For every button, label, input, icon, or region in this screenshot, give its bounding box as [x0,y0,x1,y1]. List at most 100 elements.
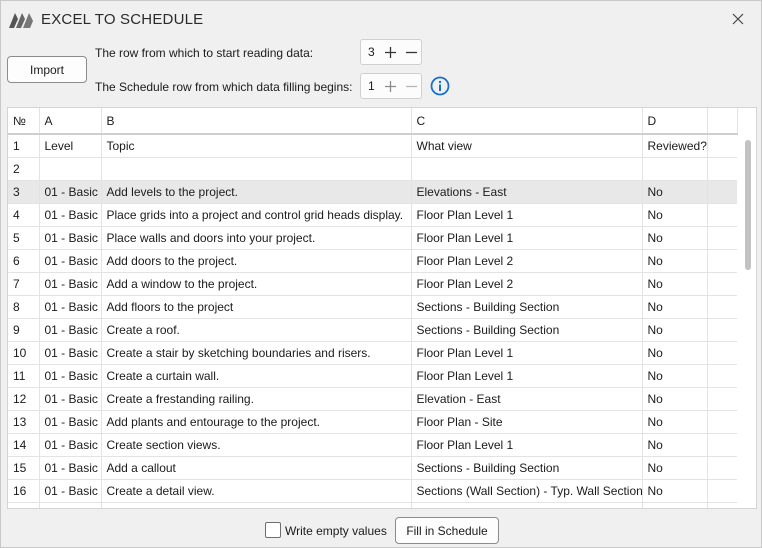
table-cell[interactable] [39,157,102,181]
table-row[interactable]: 10 01 - Basic Create a stair by sketching … [8,341,737,365]
row-number-cell[interactable]: 12 [8,387,40,411]
fill-in-schedule-button[interactable]: Fill in Schedule [395,517,499,544]
table-cell[interactable]: 01 - Basic [39,364,102,388]
row-number-cell[interactable]: 16 [8,479,40,503]
table-cell[interactable]: Place grids into a project and control g… [101,203,412,227]
table-cell[interactable]: No [642,249,708,273]
row-number-cell[interactable]: 11 [8,364,40,388]
table-cell[interactable]: Topic [101,134,412,158]
table-row[interactable]: 17 [8,502,737,508]
table-cell[interactable]: No [642,341,708,365]
table-row[interactable]: 5 01 - Basic Place walls and doors into yo… [8,226,737,250]
table-cell[interactable]: Floor Plan Level 2 [411,249,643,273]
table-cell[interactable]: No [642,364,708,388]
table-cell[interactable] [411,157,643,181]
table-row[interactable]: 6 01 - Basic Add doors to the project. Floo… [8,249,737,273]
column-header[interactable]: D [642,108,708,135]
column-header[interactable]: C [411,108,643,135]
table-cell[interactable]: No [642,272,708,296]
table-cell[interactable]: Create a roof. [101,318,412,342]
table-cell[interactable]: No [642,410,708,434]
schedule-row-stepper[interactable]: 1 [360,73,422,99]
table-row[interactable]: 9 01 - Basic Create a roof. Sections - Buil… [8,318,737,342]
column-header[interactable]: A [39,108,102,135]
start-row-value[interactable]: 3 [368,45,375,59]
table-cell[interactable]: Create a stair by sketching boundaries a… [101,341,412,365]
table-row[interactable]: 11 01 - Basic Create a curtain wall. Floor … [8,364,737,388]
table-cell[interactable]: Sections (Wall Section) - Typ. Wall Sect… [411,479,643,503]
table-cell[interactable]: 01 - Basic [39,318,102,342]
schedule-row-decrement-button[interactable] [401,76,421,96]
table-cell[interactable]: 01 - Basic [39,387,102,411]
table-cell[interactable]: Add a callout [101,456,412,480]
table-cell[interactable]: No [642,318,708,342]
table-row[interactable]: 12 01 - Basic Create a frestanding railing… [8,387,737,411]
row-number-cell[interactable]: 15 [8,456,40,480]
table-cell[interactable]: 01 - Basic [39,203,102,227]
table-cell[interactable]: No [642,295,708,319]
table-cell[interactable]: Floor Plan Level 1 [411,341,643,365]
table-cell[interactable] [411,502,643,508]
table-row[interactable]: 2 [8,157,737,181]
table-cell[interactable]: No [642,180,708,204]
table-row[interactable]: 8 01 - Basic Add floors to the project Sect… [8,295,737,319]
table-cell[interactable]: 01 - Basic [39,341,102,365]
row-number-cell[interactable]: 14 [8,433,40,457]
row-number-cell[interactable]: 2 [8,157,40,181]
row-number-cell[interactable]: 13 [8,410,40,434]
table-cell[interactable]: Floor Plan - Site [411,410,643,434]
table-cell[interactable]: No [642,433,708,457]
close-button[interactable] [723,5,753,33]
data-grid[interactable]: № A B C D 1 Level Topic What view Reviewed? 2… [7,107,757,509]
write-empty-values-checkbox[interactable] [265,522,281,538]
import-button[interactable]: Import [7,56,87,83]
table-cell[interactable]: 01 - Basic [39,433,102,457]
schedule-row-value[interactable]: 1 [368,79,375,93]
info-icon[interactable] [430,76,450,96]
start-row-increment-button[interactable] [380,42,400,62]
table-cell[interactable] [642,502,708,508]
row-number-cell[interactable]: 10 [8,341,40,365]
table-cell[interactable]: What view [411,134,643,158]
row-number-cell[interactable]: 5 [8,226,40,250]
schedule-row-increment-button[interactable] [380,76,400,96]
write-empty-values-label[interactable]: Write empty values [285,524,387,538]
table-cell[interactable]: Floor Plan Level 2 [411,272,643,296]
table-cell[interactable]: 01 - Basic [39,180,102,204]
table-cell[interactable]: Add levels to the project. [101,180,412,204]
table-cell[interactable]: 01 - Basic [39,272,102,296]
row-number-cell[interactable]: 7 [8,272,40,296]
table-row[interactable]: 13 01 - Basic Add plants and entourage to … [8,410,737,434]
table-cell[interactable]: No [642,203,708,227]
row-number-cell[interactable]: 8 [8,295,40,319]
table-cell[interactable]: Floor Plan Level 1 [411,433,643,457]
table-cell[interactable] [39,502,102,508]
table-row[interactable]: 15 01 - Basic Add a callout Sections - Buil… [8,456,737,480]
row-number-cell[interactable]: 3 [8,180,40,204]
table-cell[interactable]: Floor Plan Level 1 [411,364,643,388]
table-cell[interactable]: Sections - Building Section [411,318,643,342]
table-cell[interactable]: Add a window to the project. [101,272,412,296]
row-number-cell[interactable]: 9 [8,318,40,342]
table-cell[interactable] [642,157,708,181]
table-cell[interactable]: Sections - Building Section [411,295,643,319]
table-cell[interactable]: 01 - Basic [39,479,102,503]
table-cell[interactable]: Reviewed? [642,134,708,158]
table-cell[interactable]: Add floors to the project [101,295,412,319]
row-number-cell[interactable]: 1 [8,134,40,158]
table-cell[interactable]: No [642,479,708,503]
table-cell[interactable]: 01 - Basic [39,410,102,434]
table-cell[interactable]: Add doors to the project. [101,249,412,273]
table-cell[interactable]: Create section views. [101,433,412,457]
column-header[interactable]: № [8,108,40,135]
table-row[interactable]: 7 01 - Basic Add a window to the project. F… [8,272,737,296]
table-cell[interactable]: Elevation - East [411,387,643,411]
table-cell[interactable] [101,157,412,181]
table-cell[interactable]: Create a detail view. [101,479,412,503]
table-cell[interactable]: Level [39,134,102,158]
row-number-cell[interactable]: 6 [8,249,40,273]
table-row[interactable]: 14 01 - Basic Create section views. Floor P… [8,433,737,457]
table-cell[interactable]: Add plants and entourage to the project. [101,410,412,434]
start-row-stepper[interactable]: 3 [360,39,422,65]
table-cell[interactable]: No [642,387,708,411]
